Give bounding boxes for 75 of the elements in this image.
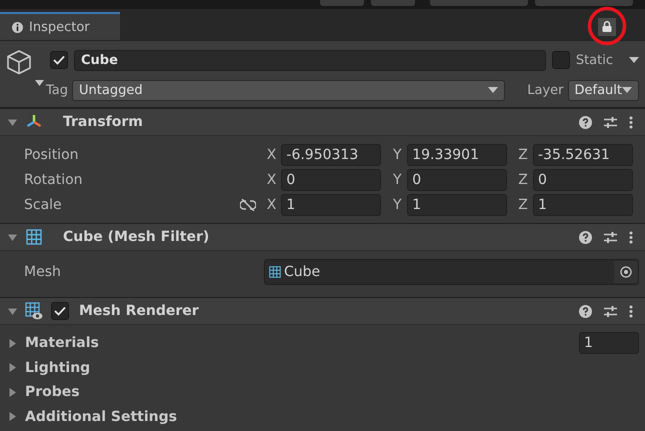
axis-label: Z [517,172,529,188]
axis-label: X [266,172,278,188]
foldout-label[interactable]: Probes [25,384,639,400]
component-header[interactable]: Mesh Renderer [0,297,645,325]
property-label: Scale [23,196,63,212]
count-field[interactable]: 1 [579,332,639,354]
number-field[interactable]: 1 [281,194,382,216]
dropdown-arrow-icon[interactable] [35,80,44,86]
number-field[interactable]: 1 [407,194,508,216]
component-title: Cube (Mesh Filter) [63,229,210,245]
mesh-icon [269,266,281,278]
property-label: Rotation [23,172,84,188]
number-field[interactable]: 19.33901 [407,144,508,166]
name-field[interactable]: Cube [74,50,546,70]
axis-label: Z [517,196,529,212]
component-title: Transform [63,114,144,130]
collapse-arrow-icon[interactable] [8,306,17,316]
number-field[interactable]: -35.52631 [532,144,633,166]
expand-arrow-icon[interactable] [8,388,17,397]
sliders-icon[interactable] [604,304,617,318]
sliders-icon[interactable] [604,230,617,244]
axis-label: Y [392,146,403,162]
axis-label: X [266,146,278,162]
property-label: Mesh [23,264,62,280]
help-icon[interactable] [579,230,592,244]
number-field[interactable]: 0 [407,168,508,190]
static-checkbox[interactable] [552,51,570,69]
foldout-label[interactable]: Additional Settings [25,408,639,425]
more-icon[interactable] [629,304,633,318]
active-checkbox[interactable] [50,51,68,69]
tag-dropdown[interactable]: Untagged [72,80,506,100]
object-picker-icon[interactable] [620,266,632,278]
number-field[interactable]: 0 [532,168,633,190]
help-icon[interactable] [579,116,592,128]
expand-arrow-icon[interactable] [8,338,17,348]
axis-label: Y [392,196,403,212]
mesh-icon [26,229,42,245]
more-icon[interactable] [629,116,633,128]
more-icon[interactable] [629,230,633,244]
component-title: Mesh Renderer [79,303,200,319]
static-label: Static [576,52,613,68]
annotation-circle [587,6,627,46]
foldout-label[interactable]: Lighting [25,360,639,376]
layer-dropdown[interactable]: Default [568,80,639,100]
lock-button[interactable] [598,18,616,36]
dropdown-arrow-icon [622,87,632,93]
collapse-arrow-icon[interactable] [8,118,17,126]
layer-label: Layer [527,82,564,98]
info-icon [12,22,23,32]
number-field[interactable]: -6.950313 [281,144,382,166]
collapse-arrow-icon[interactable] [8,232,17,242]
sliders-icon[interactable] [604,116,617,128]
inspector-tab[interactable]: Inspector [0,12,120,40]
number-field[interactable]: 1 [532,194,633,216]
axes-icon [26,114,42,130]
axis-label: X [266,196,278,212]
lock-icon [602,21,612,32]
expand-arrow-icon[interactable] [8,412,17,422]
foldout-label[interactable]: Materials [25,335,571,352]
unlinked-icon[interactable] [240,198,256,210]
property-label: Position [23,146,80,162]
axis-label: Y [392,172,403,188]
mesh-renderer-icon [25,302,43,320]
cube-icon [6,49,32,75]
enabled-checkbox[interactable] [51,302,69,320]
dropdown-arrow-icon[interactable] [629,57,639,63]
axis-label: Z [517,146,529,162]
expand-arrow-icon[interactable] [8,363,17,372]
component-header[interactable]: Transform [0,108,645,136]
number-field[interactable]: 0 [281,168,382,190]
dropdown-arrow-icon [488,87,498,93]
object-field[interactable]: Cube [264,259,639,285]
component-header[interactable]: Cube (Mesh Filter) [0,223,645,251]
tag-label: Tag [46,82,68,98]
help-icon[interactable] [579,304,592,318]
